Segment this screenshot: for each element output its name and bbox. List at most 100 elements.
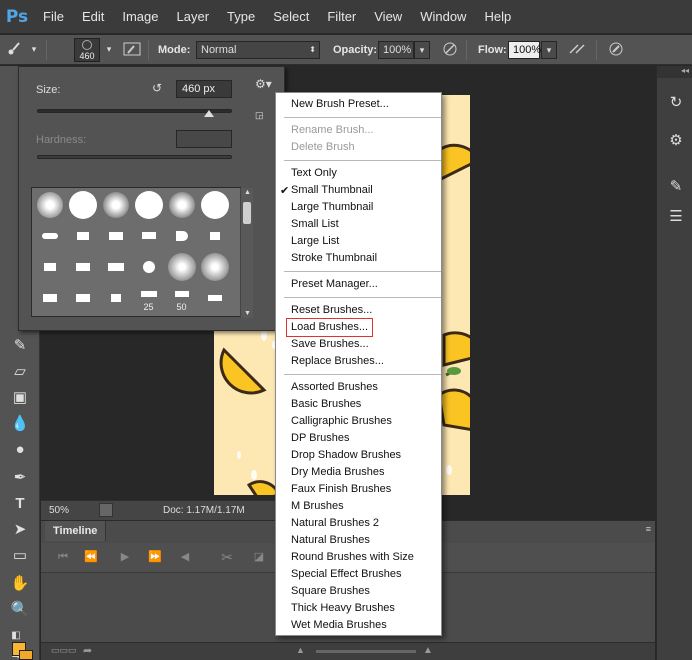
tool-preset-picker[interactable] [4, 41, 24, 59]
flow-dropdown[interactable]: ▾ [541, 41, 557, 59]
gradient-tool[interactable]: ▣ [10, 388, 30, 408]
adjustments-panel-button[interactable]: ☰ [665, 206, 687, 228]
menu-layer[interactable]: Layer [168, 0, 219, 34]
menu-item-basic-brushes[interactable]: Basic Brushes [291, 396, 361, 413]
menu-window[interactable]: Window [411, 0, 475, 34]
brush-thumbnail[interactable] [99, 220, 132, 251]
menu-item-assorted-brushes[interactable]: Assorted Brushes [291, 379, 378, 396]
menu-item-stroke-thumbnail[interactable]: Stroke Thumbnail [291, 250, 377, 267]
brush-thumbnail[interactable] [165, 220, 198, 251]
menu-help[interactable]: Help [475, 0, 520, 34]
scroll-down-arrow[interactable]: ▼ [241, 310, 254, 317]
menu-item-dry-media-brushes[interactable]: Dry Media Brushes [291, 464, 385, 481]
brush-thumbnail[interactable]: 25 [132, 282, 165, 313]
size-field[interactable]: 460 px [176, 80, 232, 98]
menu-item-special-effect-brushes[interactable]: Special Effect Brushes [291, 566, 401, 583]
menu-item-square-brushes[interactable]: Square Brushes [291, 583, 370, 600]
menu-type[interactable]: Type [218, 0, 264, 34]
menu-item-small-list[interactable]: Small List [291, 216, 339, 233]
brush-presets-panel-button[interactable]: ✎ [665, 176, 687, 198]
blur-tool[interactable]: 💧 [10, 414, 30, 434]
zoom-level[interactable]: 50% [49, 505, 69, 516]
menu-item-wet-media-brushes[interactable]: Wet Media Brushes [291, 617, 387, 634]
opacity-dropdown[interactable]: ▾ [414, 41, 430, 59]
menu-item-small-thumbnail[interactable]: Small Thumbnail [291, 182, 373, 199]
menu-item-natural-brushes[interactable]: Natural Brushes [291, 532, 370, 549]
previous-frame-button[interactable]: ⏪ [83, 549, 99, 565]
brush-thumbnail[interactable] [198, 220, 231, 251]
brush-thumbnail[interactable] [99, 189, 132, 220]
hand-tool[interactable]: ✋ [10, 574, 30, 594]
menu-item-m-brushes[interactable]: M Brushes [291, 498, 344, 515]
brush-thumbnail[interactable] [99, 282, 132, 313]
play-button[interactable]: ▶ [117, 549, 133, 565]
brush-thumbnail[interactable] [99, 251, 132, 282]
menu-item-drop-shadow-brushes[interactable]: Drop Shadow Brushes [291, 447, 401, 464]
menu-item-thick-heavy-brushes[interactable]: Thick Heavy Brushes [291, 600, 395, 617]
menu-item-calligraphic-brushes[interactable]: Calligraphic Brushes [291, 413, 392, 430]
brush-panel-toggle[interactable] [122, 41, 142, 59]
transition-button[interactable]: ◪ [251, 549, 267, 565]
brush-thumbnail[interactable] [132, 189, 165, 220]
pressure-size-button[interactable] [606, 41, 626, 59]
render-icon[interactable]: ➦ [83, 644, 92, 657]
brush-thumbnail[interactable] [66, 251, 99, 282]
menu-item-load-brushes[interactable]: Load Brushes... [285, 318, 374, 337]
zoom-tool[interactable]: 🔍 [10, 600, 30, 620]
menu-image[interactable]: Image [113, 0, 167, 34]
new-preset-icon[interactable]: ◲ [255, 110, 264, 121]
brush-preset-picker[interactable]: 460 [74, 38, 100, 62]
brush-thumbnail-grid[interactable]: 25 50 ▲ ▼ [31, 187, 253, 318]
brush-thumbnail[interactable] [198, 189, 231, 220]
brush-picker-arrow[interactable]: ▾ [101, 41, 117, 59]
brush-thumbnail[interactable] [66, 282, 99, 313]
menu-edit[interactable]: Edit [73, 0, 113, 34]
mode-select[interactable]: Normal ⬍ [196, 41, 320, 59]
menu-item-preset-manager[interactable]: Preset Manager... [291, 276, 378, 293]
brush-thumbnail[interactable] [33, 282, 66, 313]
dock-collapse-button[interactable]: ◂◂ [657, 66, 692, 78]
status-menu-button[interactable] [99, 503, 113, 517]
menu-item-save-brushes[interactable]: Save Brushes... [291, 336, 369, 353]
flow-field[interactable]: 100% [508, 41, 541, 59]
zoom-small-icon[interactable]: ▲ [296, 645, 305, 655]
zoom-large-icon[interactable]: ▲ [423, 645, 433, 656]
menu-item-new-brush-preset[interactable]: New Brush Preset... [291, 96, 389, 113]
timeline-tab[interactable]: Timeline [45, 521, 107, 541]
size-slider-thumb[interactable] [203, 110, 214, 117]
rectangle-tool[interactable]: ▭ [10, 546, 30, 566]
pen-tool[interactable]: ✒ [10, 468, 30, 488]
split-button[interactable]: ✂ [219, 549, 235, 565]
next-frame-button[interactable]: ⏩ [147, 549, 163, 565]
brush-thumbnail[interactable] [66, 220, 99, 251]
brush-grid-scrollbar[interactable]: ▲ ▼ [240, 188, 253, 318]
reset-size-icon[interactable]: ↺ [152, 81, 162, 95]
menu-item-large-list[interactable]: Large List [291, 233, 339, 250]
menu-view[interactable]: View [365, 0, 411, 34]
opacity-field[interactable]: 100% [378, 41, 414, 59]
menu-select[interactable]: Select [264, 0, 318, 34]
menu-item-dp-brushes[interactable]: DP Brushes [291, 430, 350, 447]
brush-thumbnail[interactable] [198, 251, 231, 282]
scroll-thumb[interactable] [243, 202, 251, 224]
timeline-zoom-slider[interactable] [316, 650, 416, 653]
brush-tool[interactable]: ✎ [10, 336, 30, 356]
properties-panel-button[interactable]: ⚙ [665, 130, 687, 152]
brush-thumbnail[interactable]: 50 [165, 282, 198, 313]
menu-item-replace-brushes[interactable]: Replace Brushes... [291, 353, 384, 370]
menu-item-faux-finish-brushes[interactable]: Faux Finish Brushes [291, 481, 391, 498]
menu-item-reset-brushes[interactable]: Reset Brushes... [291, 302, 372, 319]
panel-menu-icon[interactable]: ≡ [646, 524, 651, 534]
type-tool[interactable]: T [10, 494, 30, 514]
history-panel-button[interactable]: ↻ [665, 92, 687, 114]
brush-thumbnail[interactable] [66, 189, 99, 220]
brush-thumbnail[interactable] [33, 220, 66, 251]
audio-button[interactable]: ◀ [177, 549, 193, 565]
gear-icon[interactable]: ⚙▾ [255, 77, 272, 91]
eraser-tool[interactable]: ▱ [10, 362, 30, 382]
brush-thumbnail[interactable] [165, 189, 198, 220]
scroll-up-arrow[interactable]: ▲ [241, 189, 254, 196]
tool-preset-arrow[interactable]: ▾ [26, 41, 42, 59]
menu-item-round-brushes-with-size[interactable]: Round Brushes with Size [291, 549, 414, 566]
brush-thumbnail[interactable] [33, 251, 66, 282]
